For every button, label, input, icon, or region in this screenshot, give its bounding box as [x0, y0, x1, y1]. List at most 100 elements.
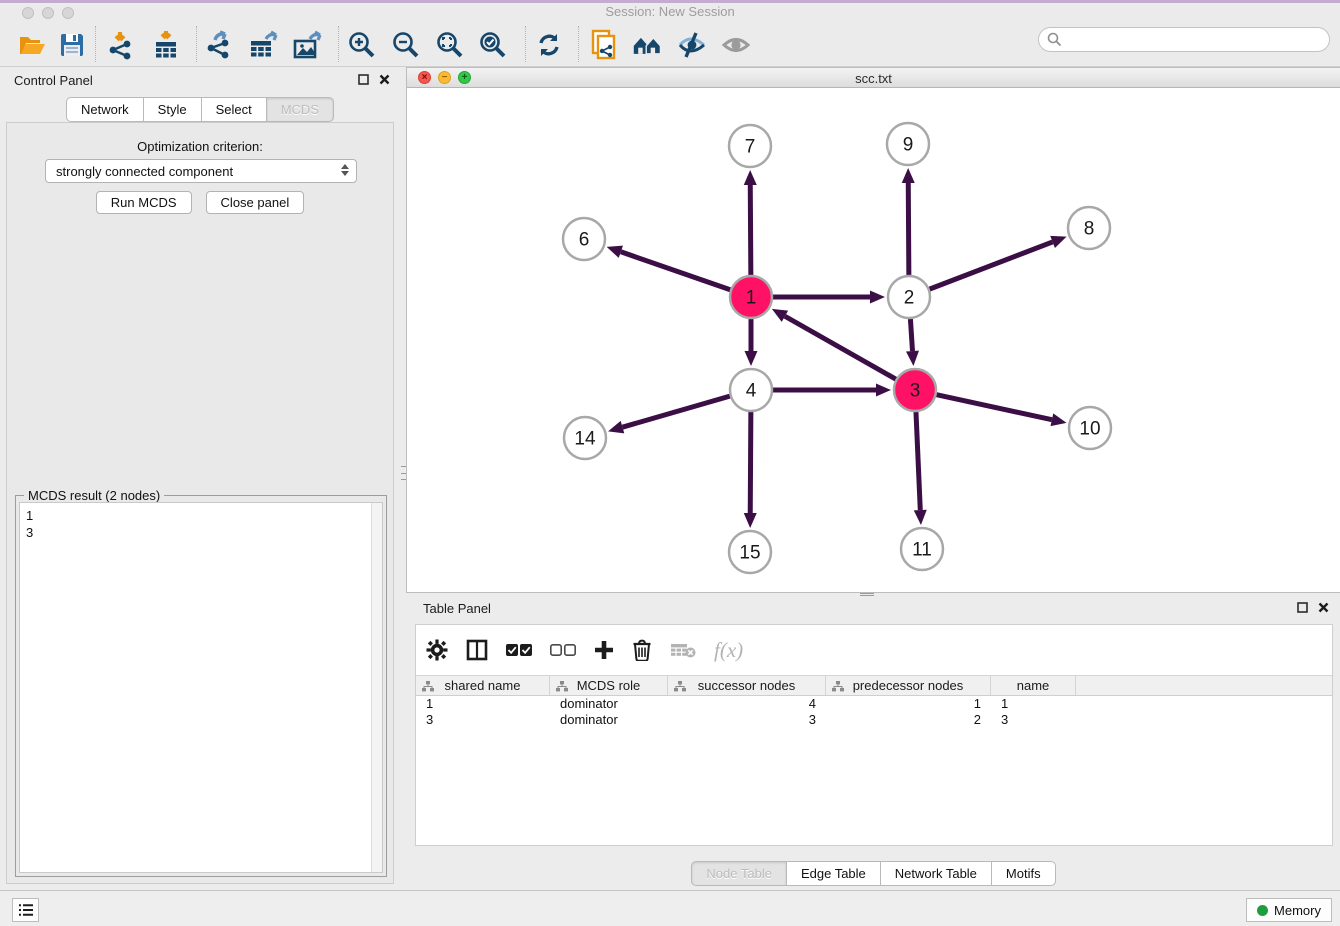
graph-edge-2-3[interactable]	[910, 319, 912, 351]
graph-node-6[interactable]: 6	[563, 218, 605, 260]
column-header-MCDS-role[interactable]: MCDS role	[550, 676, 668, 695]
zoom-out-icon[interactable]	[390, 29, 422, 61]
folder-open-icon[interactable]	[16, 29, 48, 61]
close-table-panel-icon[interactable]	[1318, 602, 1329, 613]
toolbar-separator	[338, 26, 339, 62]
column-type-icon	[832, 681, 844, 692]
network-window-titlebar[interactable]: × − + scc.txt	[407, 68, 1340, 88]
network-window: × − + scc.txt 7 9 6 8 1 2 4 3 14 10 15 11	[407, 68, 1340, 592]
table-row[interactable]: 3dominator323	[416, 712, 1332, 728]
float-table-panel-icon[interactable]	[1297, 602, 1308, 613]
node-label: 15	[739, 543, 760, 564]
graph-node-1[interactable]: 1	[730, 276, 772, 318]
delete-row-trash-icon[interactable]	[632, 639, 652, 661]
graph-edge-3-10[interactable]	[936, 395, 1051, 420]
edge-arrowhead	[1051, 413, 1067, 426]
close-panel-icon[interactable]	[379, 74, 390, 85]
graph-edge-4-14[interactable]	[622, 396, 729, 427]
memory-button[interactable]: Memory	[1246, 898, 1332, 922]
tab-select[interactable]: Select	[201, 97, 266, 122]
table-cell[interactable]: 3	[991, 712, 1076, 728]
gear-icon[interactable]	[426, 639, 448, 661]
split-grip-left[interactable]	[401, 466, 406, 480]
tab-node-table[interactable]: Node Table	[691, 861, 786, 886]
graph-edge-2-9[interactable]	[908, 183, 909, 275]
control-panel-title: Control Panel	[14, 73, 93, 88]
show-panel-eye-icon[interactable]	[720, 29, 752, 61]
tab-mcds[interactable]: MCDS	[266, 97, 334, 122]
graph-node-2[interactable]: 2	[888, 276, 930, 318]
table-cell[interactable]: 1	[991, 696, 1076, 712]
import-table-icon[interactable]	[150, 29, 182, 61]
network-from-selection-icon[interactable]	[588, 29, 620, 61]
run-mcds-button[interactable]: Run MCDS	[96, 191, 192, 214]
toolbar-separator	[525, 26, 526, 62]
graph-node-7[interactable]: 7	[729, 125, 771, 167]
columns-view-icon[interactable]	[466, 639, 488, 661]
table-cell[interactable]: dominator	[550, 696, 668, 712]
table-panel-header: Table Panel	[415, 596, 1335, 622]
graph-node-4[interactable]: 4	[730, 369, 772, 411]
export-network-icon[interactable]	[204, 29, 236, 61]
column-header-predecessor-nodes[interactable]: predecessor nodes	[826, 676, 991, 695]
column-header-shared-name[interactable]: shared name	[416, 676, 550, 695]
graph-node-9[interactable]: 9	[887, 123, 929, 165]
select-all-icon[interactable]	[506, 643, 532, 657]
graph-edge-1-7[interactable]	[750, 185, 751, 275]
table-cell[interactable]: 4	[668, 696, 826, 712]
tab-network-table[interactable]: Network Table	[880, 861, 991, 886]
tab-network[interactable]: Network	[66, 97, 143, 122]
save-floppy-icon[interactable]	[56, 29, 88, 61]
optimization-criterion-value: strongly connected component	[56, 164, 233, 179]
zoom-selected-icon[interactable]	[477, 29, 509, 61]
table-row[interactable]: 1dominator411	[416, 696, 1332, 712]
memory-label: Memory	[1274, 903, 1321, 918]
table-cell[interactable]: 1	[826, 696, 991, 712]
graph-node-3[interactable]: 3	[894, 369, 936, 411]
graph-node-11[interactable]: 11	[901, 528, 943, 570]
table-cell[interactable]: 3	[668, 712, 826, 728]
first-neighbors-icon[interactable]	[632, 29, 664, 61]
deselect-all-icon[interactable]	[550, 643, 576, 657]
graph-node-15[interactable]: 15	[729, 531, 771, 573]
table-cell[interactable]: 1	[416, 696, 550, 712]
graph-edge-3-1[interactable]	[785, 316, 896, 379]
optimization-criterion-label: Optimization criterion:	[7, 139, 393, 154]
add-row-icon[interactable]	[594, 640, 614, 660]
optimization-criterion-select[interactable]: strongly connected component	[45, 159, 357, 183]
graph-edge-4-15[interactable]	[750, 412, 751, 513]
table-cell[interactable]: 2	[826, 712, 991, 728]
graph-edge-3-11[interactable]	[916, 412, 920, 510]
hide-panel-eye-slash-icon[interactable]	[676, 29, 708, 61]
column-type-icon	[422, 681, 434, 692]
node-label: 3	[910, 381, 921, 402]
edge-arrowhead	[1050, 236, 1066, 248]
search-input[interactable]	[1062, 30, 1329, 50]
mcds-result-list[interactable]: 13	[19, 502, 383, 873]
zoom-fit-icon[interactable]	[434, 29, 466, 61]
table-cell[interactable]: 3	[416, 712, 550, 728]
graph-node-8[interactable]: 8	[1068, 207, 1110, 249]
graph-node-10[interactable]: 10	[1069, 407, 1111, 449]
result-scrollbar[interactable]	[371, 503, 382, 872]
function-icon: f(x)	[714, 638, 743, 663]
graph-edge-1-6[interactable]	[621, 252, 730, 290]
zoom-in-icon[interactable]	[346, 29, 378, 61]
graph-node-14[interactable]: 14	[564, 417, 606, 459]
import-network-icon[interactable]	[106, 29, 138, 61]
graph-edge-2-8[interactable]	[930, 242, 1053, 289]
float-panel-icon[interactable]	[358, 74, 369, 85]
close-panel-button[interactable]: Close panel	[206, 191, 305, 214]
column-header-successor-nodes[interactable]: successor nodes	[668, 676, 826, 695]
tab-style[interactable]: Style	[143, 97, 201, 122]
refresh-icon[interactable]	[533, 29, 565, 61]
task-history-button[interactable]	[12, 898, 39, 922]
export-image-icon[interactable]	[292, 29, 324, 61]
table-cell[interactable]: dominator	[550, 712, 668, 728]
tab-motifs[interactable]: Motifs	[991, 861, 1056, 886]
column-header-name[interactable]: name	[991, 676, 1076, 695]
network-canvas[interactable]: 7 9 6 8 1 2 4 3 14 10 15 11	[407, 88, 1340, 592]
tab-edge-table[interactable]: Edge Table	[786, 861, 880, 886]
export-table-icon[interactable]	[248, 29, 280, 61]
node-label: 2	[904, 288, 915, 309]
